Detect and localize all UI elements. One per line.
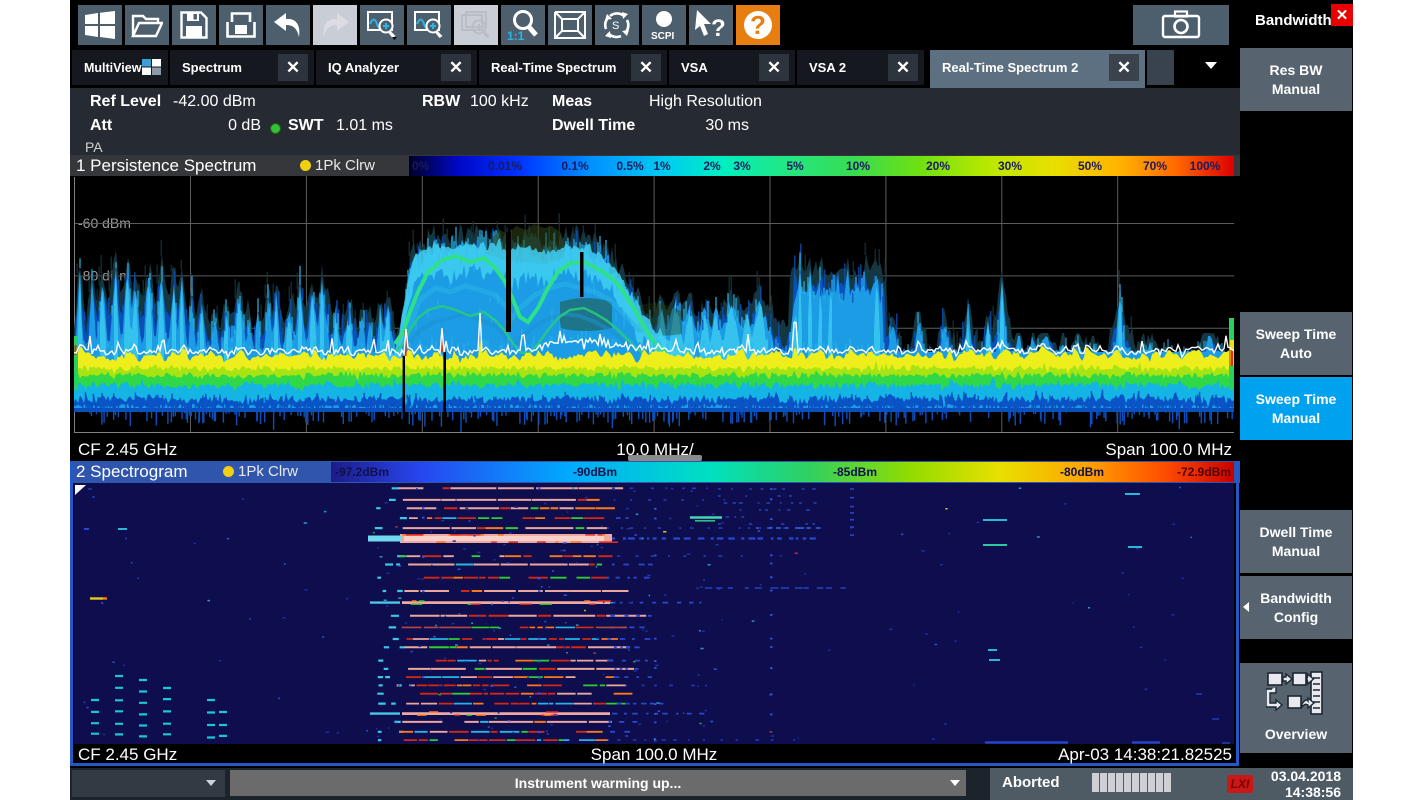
svg-text:1:1: 1:1: [507, 29, 525, 41]
svg-text:?: ?: [750, 10, 766, 40]
svg-text:S: S: [612, 20, 619, 32]
svg-text:?: ?: [711, 15, 726, 40]
svg-text:SCPI: SCPI: [651, 31, 675, 41]
